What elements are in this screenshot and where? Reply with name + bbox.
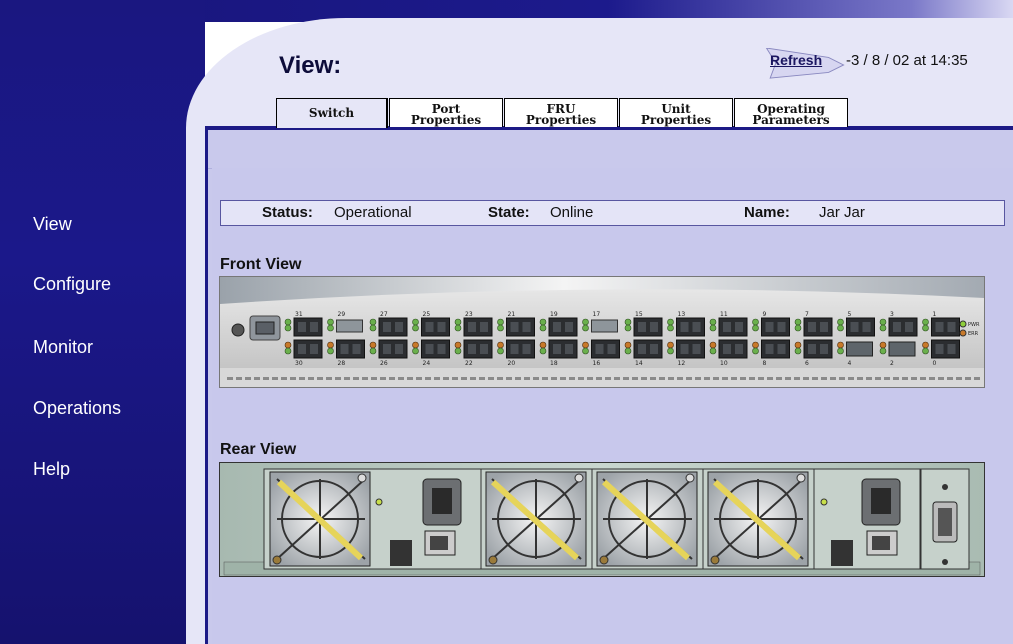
port-number-label: 20 <box>508 360 516 367</box>
port-number-label: 26 <box>380 360 388 367</box>
status-bar: Status: Operational State: Online Name: … <box>220 200 1005 226</box>
port-number-label: 24 <box>423 360 431 367</box>
tab-port-properties[interactable]: Port Properties <box>389 98 503 127</box>
port-number-label: 22 <box>465 360 473 367</box>
port-number-label: 2 <box>890 360 894 367</box>
port-number-label: 8 <box>763 360 767 367</box>
port-number-label: 17 <box>593 311 601 318</box>
content-toolbar-strip <box>208 130 1013 169</box>
status-label: Status: <box>262 204 313 221</box>
port-number-label: 10 <box>720 360 728 367</box>
rear-view-label: Rear View <box>220 441 297 458</box>
tab-label-line2: Properties <box>410 113 482 127</box>
state-label: State: <box>488 204 530 221</box>
name-label: Name: <box>744 204 790 221</box>
port-number-label: 12 <box>678 360 686 367</box>
port-number-label: 31 <box>295 311 303 318</box>
pwr-led-label: PWR <box>968 322 980 328</box>
nav-item-view[interactable]: View <box>33 214 72 235</box>
fan-tray-2[interactable] <box>591 468 705 570</box>
port-number-label: 25 <box>423 311 431 318</box>
tab-fru-properties[interactable]: FRU Properties <box>504 98 618 127</box>
page-title: View: <box>279 52 342 79</box>
port-number-label: 21 <box>508 311 516 318</box>
nav-item-configure[interactable]: Configure <box>33 274 111 295</box>
switch-front-panel[interactable]: 3130292827262524232221201918171615141312… <box>219 276 985 388</box>
port-number-label: 18 <box>550 360 558 367</box>
port-number-label: 30 <box>295 360 303 367</box>
fan-tray-3[interactable] <box>702 468 816 570</box>
front-view-label: Front View <box>220 256 302 273</box>
err-led-label: ERR <box>968 331 979 337</box>
port-number-label: 11 <box>720 311 728 318</box>
reset-button-icon[interactable] <box>231 323 245 337</box>
tab-switch[interactable]: Switch <box>276 98 388 128</box>
nav-item-monitor[interactable]: Monitor <box>33 337 93 358</box>
port-number-label: 13 <box>678 311 686 318</box>
tab-unit-properties[interactable]: Unit Properties <box>619 98 733 127</box>
port-number-label: 3 <box>890 311 894 318</box>
fan-tray-1[interactable] <box>480 468 594 570</box>
app-frame: View Configure Monitor Operations Help V… <box>0 0 1013 644</box>
port-number-label: 7 <box>805 311 809 318</box>
state-value: Online <box>550 204 594 221</box>
port-number-label: 19 <box>550 311 558 318</box>
power-supply-2[interactable] <box>813 468 921 570</box>
serial-port-module[interactable] <box>920 468 970 570</box>
port-number-label: 5 <box>848 311 852 318</box>
switch-rear-panel[interactable] <box>219 462 985 577</box>
port-number-label: 29 <box>338 311 346 318</box>
port-number-label: 16 <box>593 360 601 367</box>
port-number-label: 28 <box>338 360 346 367</box>
tab-label-line2: Properties <box>525 113 597 127</box>
port-number-label: 0 <box>933 360 937 367</box>
tab-label-line2: Properties <box>640 113 712 127</box>
port-number-label: 23 <box>465 311 473 318</box>
port-number-label: 9 <box>763 311 767 318</box>
err-led-icon <box>959 329 967 337</box>
port-number-label: 4 <box>848 360 852 367</box>
psu-led-icon <box>375 498 383 506</box>
tab-label: Switch <box>308 106 355 120</box>
port-number-label: 15 <box>635 311 643 318</box>
tab-operating-parameters[interactable]: Operating Parameters <box>734 98 848 127</box>
port-number-label: 1 <box>933 311 937 318</box>
refresh-label[interactable]: Refresh <box>770 52 822 68</box>
nav-item-help[interactable]: Help <box>33 459 70 480</box>
port-number-label: 6 <box>805 360 809 367</box>
refresh-timestamp: -3 / 8 / 02 at 14:35 <box>846 52 968 69</box>
pwr-led-icon <box>959 320 967 328</box>
tab-label-line2: Parameters <box>752 113 830 127</box>
nav-item-operations[interactable]: Operations <box>33 398 121 419</box>
port-number-label: 14 <box>635 360 643 367</box>
name-value: Jar Jar <box>819 204 865 221</box>
sidebar-nav: View Configure Monitor Operations Help <box>0 0 205 644</box>
power-supply-1[interactable] <box>263 468 483 570</box>
port-number-label: 27 <box>380 311 388 318</box>
status-value: Operational <box>334 204 412 221</box>
psu-led-icon <box>820 498 828 506</box>
